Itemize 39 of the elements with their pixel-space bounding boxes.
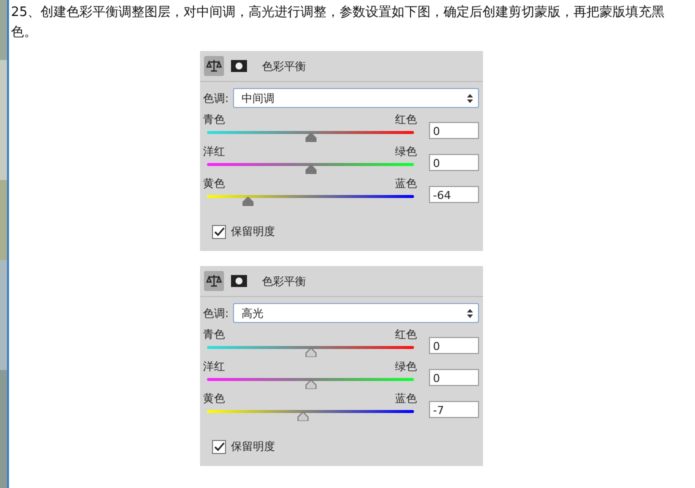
tone-dropdown[interactable]: 中间调: [232, 88, 479, 108]
value-field[interactable]: 0: [429, 369, 479, 386]
balance-scale-icon[interactable]: [204, 56, 224, 76]
slider-label: 红色: [395, 327, 417, 342]
value-field[interactable]: 0: [429, 122, 479, 139]
slider-label: 洋红: [203, 144, 225, 159]
slider-label: 蓝色: [395, 391, 417, 406]
slider-label: 洋红: [203, 359, 225, 374]
balance-scale-icon[interactable]: [204, 271, 224, 291]
panel-title: 色彩平衡: [262, 274, 306, 288]
tone-dropdown[interactable]: 高光: [232, 303, 479, 323]
checkbox[interactable]: [212, 440, 226, 454]
slider-label: 黄色: [203, 176, 225, 191]
slider-label: 黄色: [203, 391, 225, 406]
value-field[interactable]: -64: [429, 186, 479, 203]
checkbox-label: 保留明度: [231, 439, 275, 454]
value-field[interactable]: 0: [429, 154, 479, 171]
instruction-text: 25、创建色彩平衡调整图层，对中间调，高光进行调整，参数设置如下图，确定后创建剪切蒙版，再把蒙版填充黑色。: [11, 4, 666, 42]
color-slider[interactable]: [207, 161, 414, 174]
value-field[interactable]: 0: [429, 337, 479, 354]
checkbox[interactable]: [212, 224, 226, 238]
color-slider[interactable]: [207, 129, 414, 142]
slider-label: 蓝色: [395, 176, 417, 191]
value-field[interactable]: -7: [429, 401, 479, 418]
color-slider[interactable]: [207, 408, 414, 421]
slider-label: 绿色: [395, 144, 417, 159]
color-slider[interactable]: [207, 376, 414, 389]
color-slider[interactable]: [207, 344, 414, 357]
slider-label: 青色: [203, 112, 225, 127]
panel-title: 色彩平衡: [262, 58, 306, 74]
tone-label: 色调:: [203, 90, 229, 106]
color-slider[interactable]: [207, 193, 414, 206]
tone-label: 色调:: [203, 306, 229, 320]
slider-label: 绿色: [395, 359, 417, 374]
updown-caret-icon: [467, 308, 473, 318]
updown-caret-icon: [467, 94, 473, 102]
slider-label: 红色: [395, 112, 417, 127]
checkbox-label: 保留明度: [231, 224, 275, 239]
slider-label: 青色: [203, 327, 225, 342]
